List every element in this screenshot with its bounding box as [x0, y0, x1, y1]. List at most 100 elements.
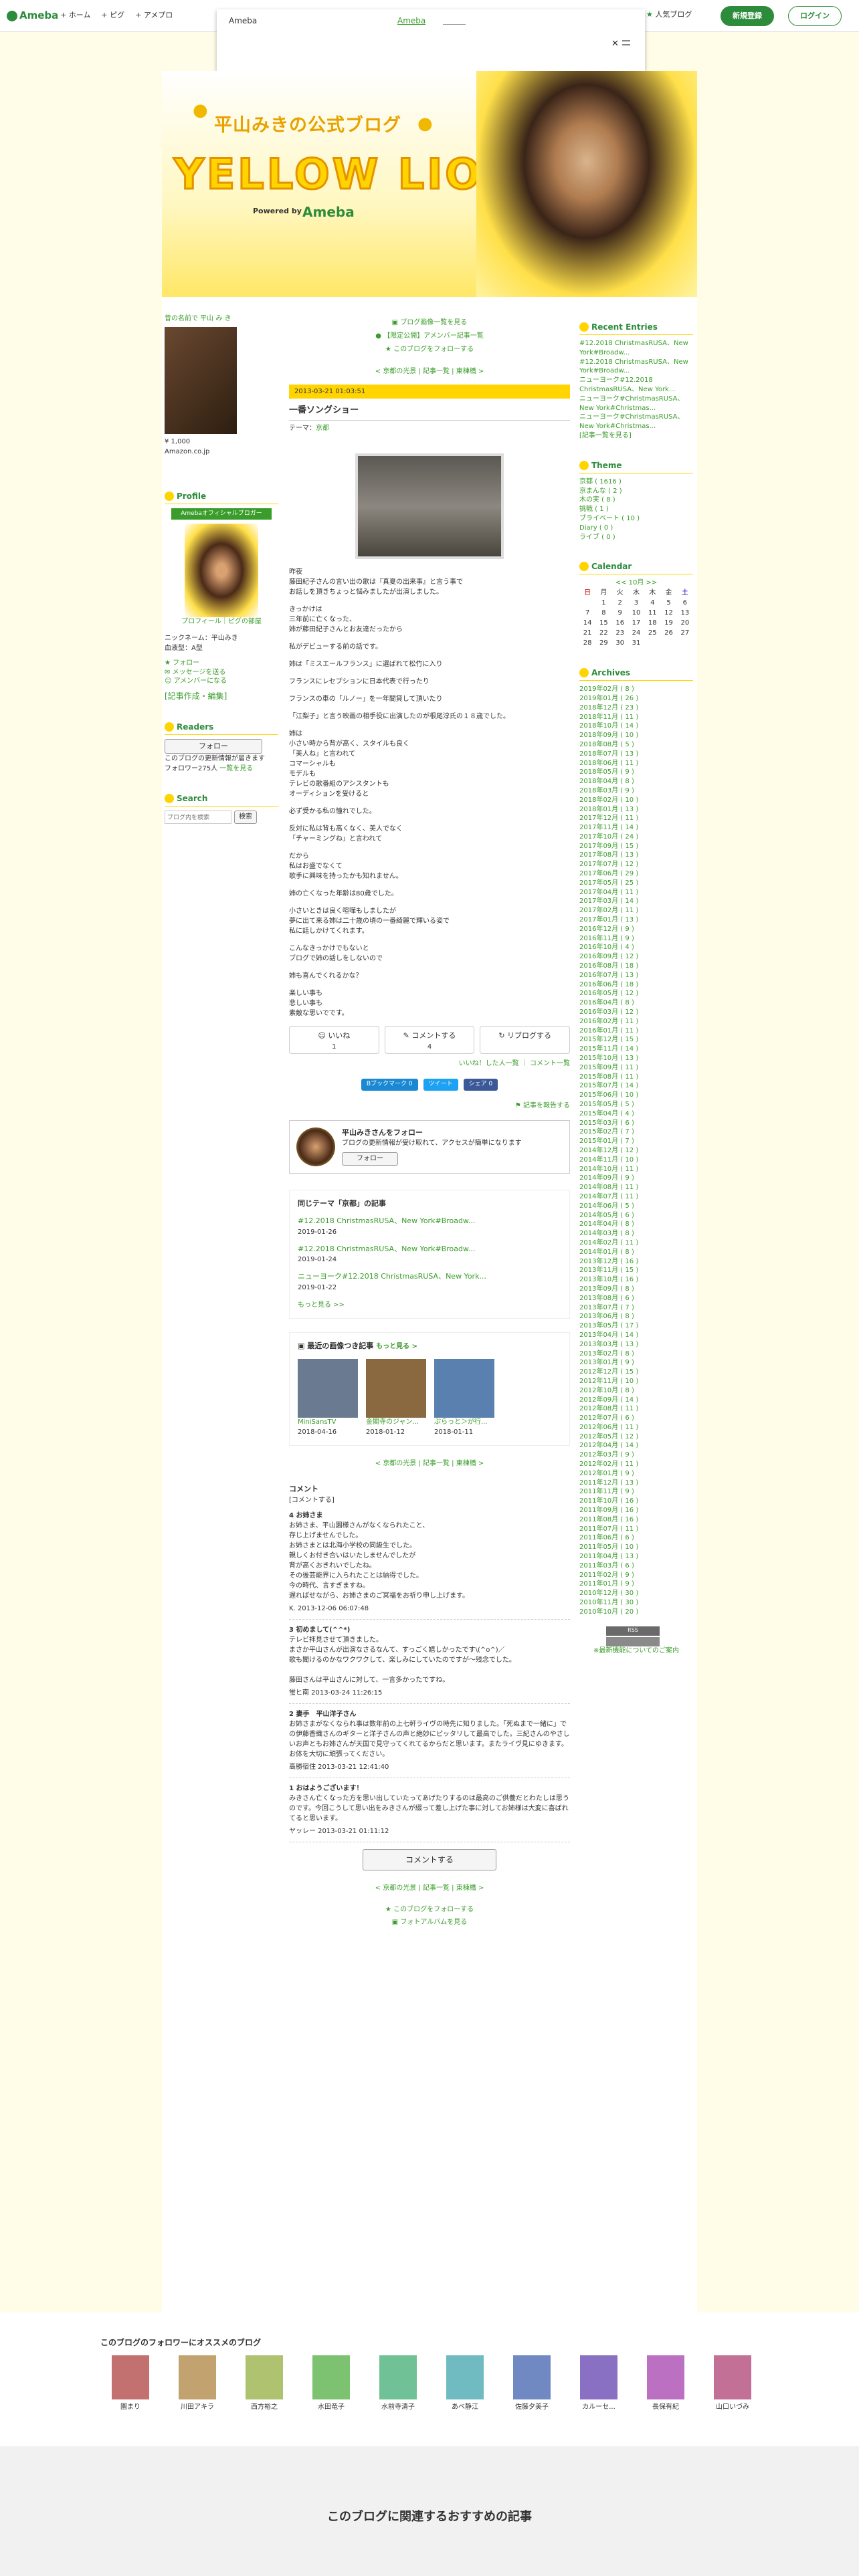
latest-thumb[interactable]: 金閣寺のジャン... 2018-01-12	[366, 1358, 426, 1437]
menu-icon[interactable]	[622, 40, 630, 45]
archive-link[interactable]: 2014年01月 ( 8 )	[579, 1248, 693, 1257]
tweet-button[interactable]: ツイート	[423, 1079, 458, 1091]
archive-link[interactable]: 2011年11月 ( 9 )	[579, 1487, 693, 1497]
archive-link[interactable]: 2012年05月 ( 12 )	[579, 1432, 693, 1442]
theme-link[interactable]: 挑戦 ( 1 )	[579, 505, 693, 514]
archive-link[interactable]: 2015年07月 ( 14 )	[579, 1081, 693, 1091]
archive-link[interactable]: 2018年05月 ( 9 )	[579, 768, 693, 777]
theme-link[interactable]: 京都 ( 1616 )	[579, 477, 693, 487]
archive-link[interactable]: 2012年08月 ( 11 )	[579, 1404, 693, 1414]
archive-link[interactable]: 2018年04月 ( 8 )	[579, 777, 693, 786]
archive-link[interactable]: 2011年04月 ( 13 )	[579, 1552, 693, 1562]
edit-article-link[interactable]: [記事作成・編集]	[165, 690, 278, 702]
archive-link[interactable]: 2013年03月 ( 13 )	[579, 1340, 693, 1350]
archive-link[interactable]: 2015年10月 ( 13 )	[579, 1054, 693, 1063]
archive-link[interactable]: 2010年12月 ( 30 )	[579, 1589, 693, 1598]
archive-link[interactable]: 2011年05月 ( 10 )	[579, 1543, 693, 1552]
archive-link[interactable]: 2016年01月 ( 11 )	[579, 1027, 693, 1036]
calendar-month-nav[interactable]: << 10月 >>	[579, 578, 693, 588]
archive-link[interactable]: 2014年06月 ( 5 )	[579, 1202, 693, 1211]
amember-articles-link[interactable]: ● 【限定公開】アメンバー記事一覧	[289, 332, 570, 341]
recommended-blog[interactable]: カルーセ...	[569, 2355, 629, 2412]
latest-thumb[interactable]: ぷらっと＞が行... 2018-01-11	[434, 1358, 494, 1437]
recommended-blog[interactable]: 佐藤夕美子	[502, 2355, 562, 2412]
archive-link[interactable]: 2011年06月 ( 6 )	[579, 1533, 693, 1543]
article-title[interactable]: 一番ソングショー	[289, 404, 570, 421]
archive-link[interactable]: 2013年02月 ( 8 )	[579, 1350, 693, 1359]
readers-follow-button[interactable]: フォロー	[165, 739, 262, 754]
comment-list-link[interactable]: コメント一覧	[530, 1060, 570, 1067]
latest-more-link[interactable]: もっと見る >	[376, 1343, 417, 1350]
archive-link[interactable]: 2016年05月 ( 12 )	[579, 989, 693, 998]
archive-link[interactable]: 2019年01月 ( 26 )	[579, 694, 693, 704]
profile-caption[interactable]: プロフィール｜ピグの部屋	[165, 617, 278, 627]
follow-blog-link-bottom[interactable]: ★ このブログをフォローする	[289, 1905, 570, 1915]
archive-link[interactable]: 2018年11月 ( 11 )	[579, 713, 693, 722]
archive-link[interactable]: 2015年03月 ( 6 )	[579, 1119, 693, 1128]
archive-link[interactable]: 2014年03月 ( 8 )	[579, 1229, 693, 1239]
photo-album-link[interactable]: ▣ フォトアルバムを見る	[289, 1918, 570, 1927]
archive-link[interactable]: 2015年06月 ( 10 )	[579, 1091, 693, 1100]
archive-link[interactable]: 2018年06月 ( 11 )	[579, 759, 693, 768]
archive-link[interactable]: 2016年02月 ( 11 )	[579, 1017, 693, 1027]
send-message-link[interactable]: ✉ メッセージを送る	[165, 668, 278, 677]
archive-link[interactable]: 2013年11月 ( 15 )	[579, 1266, 693, 1275]
archive-link[interactable]: 2014年07月 ( 11 )	[579, 1192, 693, 1202]
archive-link[interactable]: 2011年09月 ( 16 )	[579, 1506, 693, 1515]
same-theme-article-link[interactable]: #12.2018 ChristmasRUSA、New York#Broadw..…	[298, 1216, 475, 1225]
reblog-button[interactable]: ↻ リブログする	[480, 1025, 571, 1054]
archive-link[interactable]: 2013年08月 ( 6 )	[579, 1294, 693, 1303]
register-button[interactable]: 新規登録	[721, 6, 774, 26]
archive-link[interactable]: 2016年08月 ( 18 )	[579, 962, 693, 971]
archive-link[interactable]: 2017年07月 ( 12 )	[579, 860, 693, 869]
follow-blog-link-top[interactable]: ★ このブログをフォローする	[289, 345, 570, 354]
profile-avatar[interactable]	[185, 524, 258, 617]
same-theme-article-link[interactable]: ニューヨーク#12.2018 ChristmasRUSA、New York...	[298, 1272, 486, 1281]
archive-link[interactable]: 2012年09月 ( 14 )	[579, 1396, 693, 1405]
archive-link[interactable]: 2017年10月 ( 24 )	[579, 833, 693, 842]
image-list-link[interactable]: ▣ ブログ画像一覧を見る	[289, 318, 570, 328]
recommended-blog[interactable]: 山口いづみ	[702, 2355, 763, 2412]
like-button[interactable]: ☺ いいね 1	[289, 1025, 379, 1054]
facebook-share-button[interactable]: シェア 0	[463, 1079, 498, 1091]
archive-link[interactable]: 2013年05月 ( 17 )	[579, 1321, 693, 1331]
archive-link[interactable]: 2016年09月 ( 12 )	[579, 952, 693, 962]
article-photo[interactable]	[355, 453, 504, 559]
archive-link[interactable]: 2018年10月 ( 14 )	[579, 722, 693, 731]
rss-info-link[interactable]: ※最新機能についてのご案内	[579, 1646, 693, 1656]
recommended-blog[interactable]: あべ静江	[435, 2355, 495, 2412]
archive-link[interactable]: 2010年10月 ( 20 )	[579, 1608, 693, 1617]
archive-link[interactable]: 2014年11月 ( 10 )	[579, 1156, 693, 1165]
popup-accent-link[interactable]: Ameba	[397, 15, 425, 27]
theme-link[interactable]: 京都	[316, 425, 329, 432]
recommended-blog[interactable]: 水田竜子	[301, 2355, 361, 2412]
archive-link[interactable]: 2018年12月 ( 23 )	[579, 704, 693, 713]
archive-link[interactable]: 2018年01月 ( 13 )	[579, 805, 693, 815]
archive-link[interactable]: 2013年04月 ( 14 )	[579, 1331, 693, 1340]
archive-link[interactable]: 2016年04月 ( 8 )	[579, 998, 693, 1008]
archive-link[interactable]: 2013年01月 ( 9 )	[579, 1358, 693, 1368]
archive-link[interactable]: 2011年08月 ( 16 )	[579, 1515, 693, 1525]
archive-link[interactable]: 2012年01月 ( 9 )	[579, 1469, 693, 1479]
recent-entry-link[interactable]: ニューヨーク#12.2018 ChristmasRUSA、New York...	[579, 376, 693, 395]
ameba-logo[interactable]: Ameba	[7, 8, 60, 23]
archive-link[interactable]: 2012年03月 ( 9 )	[579, 1451, 693, 1460]
archive-link[interactable]: 2016年10月 ( 4 )	[579, 943, 693, 952]
archive-link[interactable]: 2012年07月 ( 6 )	[579, 1414, 693, 1423]
archive-link[interactable]: 2015年02月 ( 7 )	[579, 1128, 693, 1137]
popular-blog-link[interactable]: ★ 人気ブログ	[646, 9, 692, 21]
nav-pigg[interactable]: + ピグ	[101, 10, 124, 21]
archive-link[interactable]: 2017年08月 ( 13 )	[579, 851, 693, 860]
recommended-blog[interactable]: 西方裕之	[234, 2355, 294, 2412]
archive-link[interactable]: 2017年04月 ( 11 )	[579, 888, 693, 897]
archive-link[interactable]: 2014年05月 ( 6 )	[579, 1211, 693, 1220]
article-nav-bottom[interactable]: < 京都の光景 | 記事一覧 | 東棟橋 >	[289, 1459, 570, 1469]
archive-link[interactable]: 2017年05月 ( 25 )	[579, 879, 693, 888]
rss-badge-secondary[interactable]	[606, 1636, 660, 1646]
write-comment-button[interactable]: コメントする	[363, 1848, 496, 1870]
archive-link[interactable]: 2017年12月 ( 11 )	[579, 814, 693, 823]
archive-link[interactable]: 2013年06月 ( 8 )	[579, 1312, 693, 1321]
recent-entry-link[interactable]: #12.2018 ChristmasRUSA、New York#Broadw..…	[579, 358, 693, 377]
archive-link[interactable]: 2015年08月 ( 11 )	[579, 1073, 693, 1082]
archive-link[interactable]: 2011年03月 ( 6 )	[579, 1562, 693, 1571]
